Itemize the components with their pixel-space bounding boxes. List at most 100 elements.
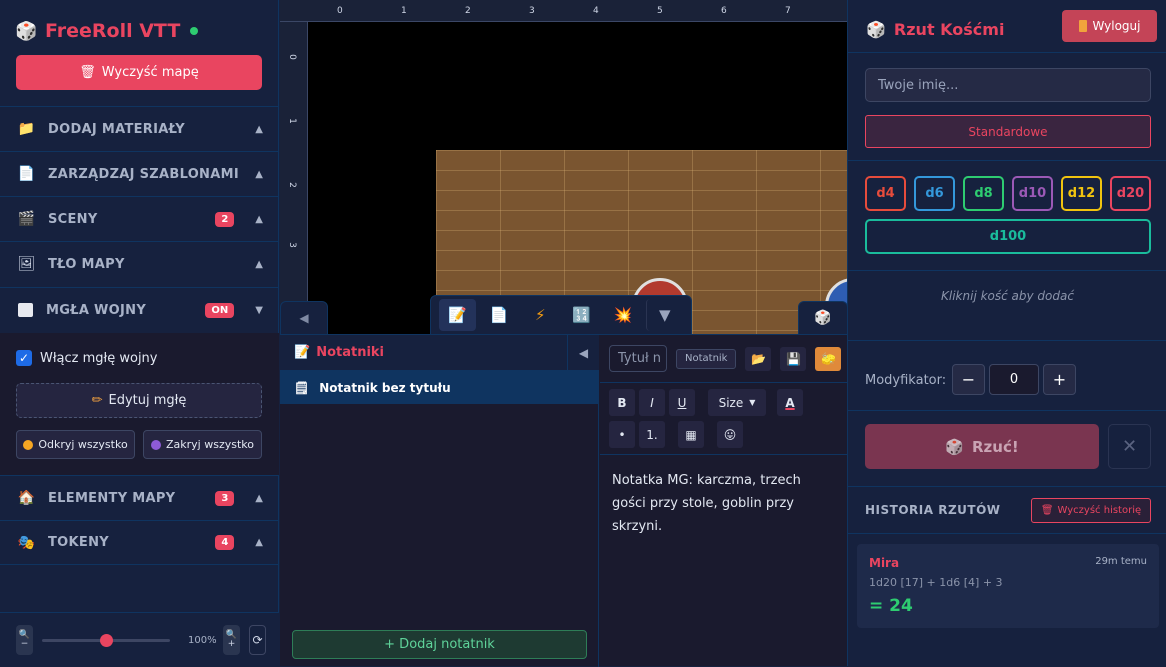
dice-dock-button[interactable]: 🎲 bbox=[798, 301, 847, 334]
note-type-tag[interactable]: Notatnik bbox=[676, 348, 737, 369]
underline-button[interactable]: U bbox=[669, 389, 695, 416]
history-player-name: Mira bbox=[869, 556, 900, 570]
font-size-select[interactable]: Size ▼ bbox=[708, 389, 766, 416]
divider bbox=[848, 486, 1166, 487]
history-total: = 24 bbox=[869, 596, 913, 616]
italic-button[interactable]: I bbox=[639, 389, 665, 416]
refresh-icon: ⟳ bbox=[252, 633, 263, 647]
roll-button[interactable]: 🎲 Rzuć! bbox=[865, 424, 1099, 469]
divider bbox=[848, 533, 1166, 534]
logout-button[interactable]: Wyloguj bbox=[1062, 10, 1157, 42]
section-manage-templates[interactable]: 📄 ZARZĄDZAJ SZABLONAMI ▲ bbox=[0, 151, 279, 196]
left-sidebar: 🎲 FreeRoll VTT 🗑 Wyczyść mapę 📁 DODAJ MA… bbox=[0, 0, 279, 666]
tokens-count-badge: 4 bbox=[215, 535, 235, 550]
fog-status-badge: ON bbox=[205, 302, 235, 318]
modifier-input[interactable]: 0 bbox=[989, 364, 1039, 395]
zoom-in-button[interactable]: 🔍 + bbox=[223, 625, 240, 655]
online-status-dot bbox=[190, 27, 199, 35]
open-folder-button[interactable]: 📂 bbox=[745, 346, 772, 371]
note-title-input[interactable]: Tytuł n bbox=[609, 345, 667, 372]
smiley-icon: 😛 bbox=[723, 427, 737, 442]
add-notebook-button[interactable]: + Dodaj notatnik bbox=[292, 630, 587, 659]
format-toolbar: B I U Size ▼ A • 1. ▦ 😛 bbox=[609, 389, 839, 449]
bold-button[interactable]: B bbox=[609, 389, 635, 416]
section-fog-of-war[interactable]: MGŁA WOJNY ON ▼ bbox=[0, 287, 279, 332]
dice-hint: Kliknij kość aby dodać bbox=[941, 289, 1074, 303]
section-tokens[interactable]: 🎭 TOKENY 4 ▲ bbox=[0, 520, 279, 565]
modifier-increase-button[interactable]: + bbox=[1043, 364, 1076, 395]
enable-fog-checkbox[interactable]: ✓ Włącz mgłę wojny bbox=[16, 350, 158, 366]
map-canvas[interactable]: 0 1 2 3 4 5 6 7 0 1 2 3 ◀ 📝 📄 ⚡ 🔢 💥 ▼ 🎲 bbox=[280, 0, 847, 334]
roll-mode-button[interactable]: Standardowe bbox=[865, 115, 1151, 148]
explosion-icon: 💥 bbox=[613, 306, 633, 324]
numbered-list-button[interactable]: 1. bbox=[639, 421, 665, 448]
clear-map-button[interactable]: 🗑 Wyczyść mapę bbox=[16, 55, 262, 90]
eraser-icon: 🧽 bbox=[821, 351, 836, 366]
die-d10-button[interactable]: d10 bbox=[1012, 176, 1053, 211]
dock-collapse-button[interactable]: ▼ bbox=[645, 299, 683, 331]
clear-selection-button[interactable]: ✕ bbox=[1108, 424, 1151, 469]
moon-icon bbox=[151, 439, 161, 450]
brand: 🎲 FreeRoll VTT bbox=[15, 18, 199, 44]
die-d12-button[interactable]: d12 bbox=[1061, 176, 1102, 211]
collapse-arrow-icon: ▲ bbox=[255, 168, 263, 180]
eraser-button[interactable]: 🧽 bbox=[815, 346, 842, 371]
die-d8-button[interactable]: d8 bbox=[963, 176, 1004, 211]
player-name-input[interactable]: Twoje imię... bbox=[865, 68, 1151, 102]
door-icon bbox=[1078, 20, 1087, 32]
folder-icon: 📂 bbox=[751, 351, 766, 366]
ruler-horizontal: 0 1 2 3 4 5 6 7 bbox=[280, 0, 847, 22]
edit-fog-button[interactable]: ✏ Edytuj mgłę bbox=[16, 383, 262, 418]
notepad-icon: 🗒 bbox=[294, 380, 310, 395]
close-icon: ✕ bbox=[1121, 436, 1138, 457]
collapse-arrow-icon: ▲ bbox=[255, 213, 263, 225]
tool-dock: 📝 📄 ⚡ 🔢 💥 ▼ bbox=[430, 295, 692, 334]
notebook-item[interactable]: 🗒 Notatnik bez tytułu bbox=[280, 371, 599, 404]
fog-icon bbox=[18, 303, 33, 317]
chevron-down-icon: ▼ bbox=[659, 306, 671, 324]
section-add-materials[interactable]: 📁 DODAJ MATERIAŁY ▲ bbox=[0, 106, 279, 151]
section-map-elements[interactable]: 🏠 ELEMENTY MAPY 3 ▲ bbox=[0, 475, 279, 520]
divider bbox=[848, 52, 1166, 53]
modifier-decrease-button[interactable]: − bbox=[952, 364, 985, 395]
section-scenes[interactable]: 🎬 SCENY 2 ▲ bbox=[0, 196, 279, 241]
collapse-notes-button[interactable]: ◀ bbox=[567, 335, 599, 371]
bullet-list-button[interactable]: • bbox=[609, 421, 635, 448]
zoom-out-button[interactable]: 🔍 − bbox=[16, 625, 33, 655]
dice-icon: 🎲 bbox=[945, 437, 964, 456]
die-d4-button[interactable]: d4 bbox=[865, 176, 906, 211]
numbers-tool-button[interactable]: 🔢 bbox=[563, 299, 600, 331]
text-color-button[interactable]: A bbox=[777, 389, 803, 416]
table-button[interactable]: ▦ bbox=[678, 421, 704, 448]
scenes-count-badge: 2 bbox=[215, 211, 235, 227]
clear-history-button[interactable]: 🗑 Wyczyść historię bbox=[1031, 498, 1151, 523]
notes-tool-button[interactable]: 📝 bbox=[439, 299, 477, 331]
ruler-vertical: 0 1 2 3 bbox=[280, 22, 308, 334]
dice-icon: 🎲 bbox=[866, 19, 886, 39]
reveal-all-button[interactable]: Odkryj wszystko bbox=[16, 430, 135, 459]
history-entry: Mira 29m temu 1d20 [17] + 1d6 [4] + 3 = … bbox=[857, 544, 1159, 628]
effects-tool-button[interactable]: 💥 bbox=[604, 299, 641, 331]
reset-zoom-button[interactable]: ⟳ bbox=[249, 625, 266, 655]
table-icon: ▦ bbox=[685, 427, 697, 442]
hide-all-button[interactable]: Zakryj wszystko bbox=[143, 430, 262, 459]
zoom-bar: 🔍 − 100% 🔍 + ⟳ bbox=[0, 612, 279, 666]
expand-arrow-icon: ▼ bbox=[255, 304, 263, 316]
clapper-icon: 🎬 bbox=[17, 211, 36, 227]
history-title: HISTORIA RZUTÓW bbox=[865, 503, 1001, 517]
chevron-down-icon: ▼ bbox=[749, 398, 756, 407]
zoom-slider-thumb[interactable] bbox=[100, 634, 113, 647]
collapse-left-dock-button[interactable]: ◀ bbox=[280, 301, 328, 334]
memo-icon: 📝 bbox=[294, 345, 311, 360]
die-d100-button[interactable]: d100 bbox=[865, 219, 1151, 254]
die-d6-button[interactable]: d6 bbox=[914, 176, 955, 211]
emoji-button[interactable]: 😛 bbox=[717, 421, 743, 448]
document-tool-button[interactable]: 📄 bbox=[480, 299, 517, 331]
die-d20-button[interactable]: d20 bbox=[1110, 176, 1151, 211]
save-button[interactable]: 💾 bbox=[780, 346, 807, 371]
checkmark-icon: ✓ bbox=[16, 350, 32, 366]
trash-icon: 🗑 bbox=[79, 65, 96, 80]
note-content[interactable]: Notatka MG: karczma, trzech gości przy s… bbox=[600, 454, 847, 667]
lightning-tool-button[interactable]: ⚡ bbox=[522, 299, 559, 331]
section-map-background[interactable]: 🖼 TŁO MAPY ▲ bbox=[0, 241, 279, 286]
